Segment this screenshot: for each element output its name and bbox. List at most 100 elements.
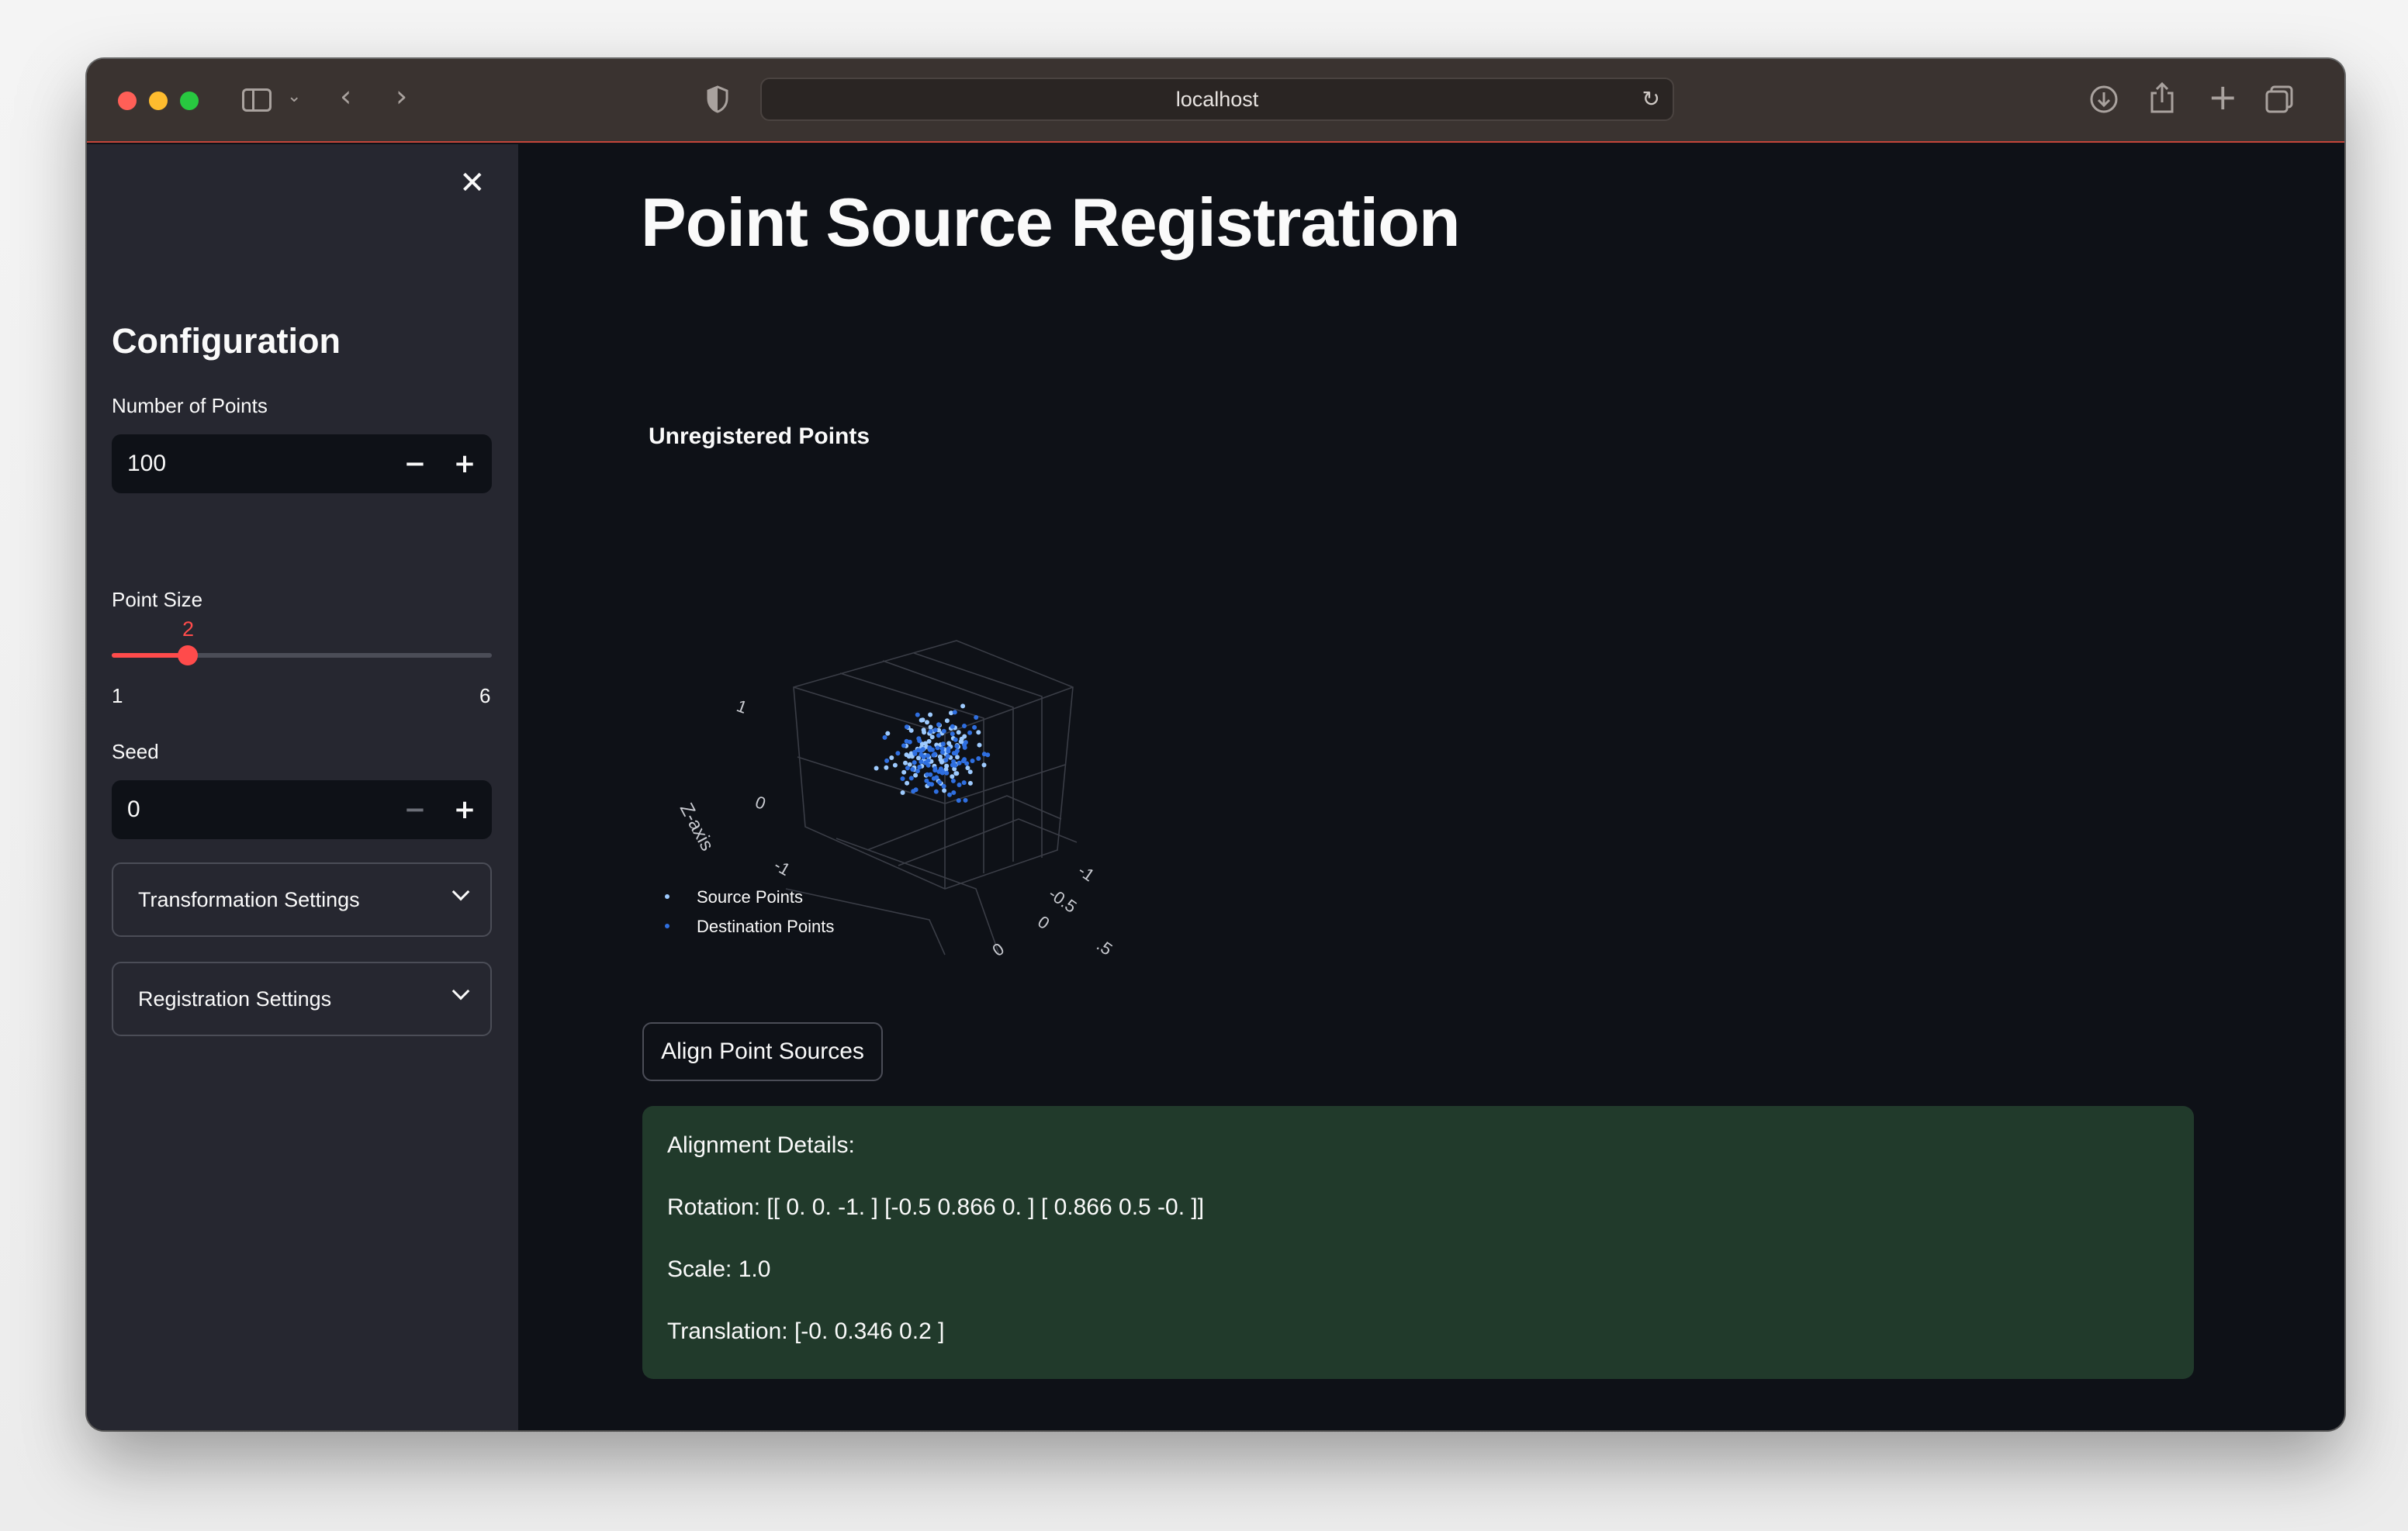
z-tick-label: -1 — [771, 855, 794, 880]
slider-min-label: 1 — [112, 684, 123, 707]
expander-label: Transformation Settings — [138, 888, 360, 911]
source-point — [942, 788, 947, 793]
destination-point — [904, 724, 909, 730]
destination-point — [907, 739, 912, 745]
new-tab-icon[interactable]: + — [2208, 76, 2238, 118]
chevron-down-icon — [452, 982, 470, 1001]
z-tick-label: 0 — [752, 792, 768, 814]
chart-gridline — [797, 756, 1066, 804]
destination-point — [961, 780, 967, 786]
num-points-decrement-button[interactable]: − — [391, 434, 439, 493]
align-point-sources-button[interactable]: Align Point Sources — [642, 1022, 883, 1081]
back-icon[interactable]: ‹ — [340, 79, 351, 113]
tab-overview-icon[interactable] — [2264, 84, 2295, 115]
slider-thumb[interactable] — [178, 645, 198, 665]
source-point — [926, 738, 932, 744]
sidebar-toggle-icon[interactable] — [242, 88, 272, 112]
source-point — [938, 757, 943, 762]
main-content: Point Source Registration Unregistered P… — [518, 144, 2344, 1430]
legend-swatch-source — [665, 894, 669, 899]
destination-point — [925, 753, 930, 759]
share-icon[interactable] — [2149, 81, 2175, 115]
address-bar[interactable]: localhost ↻ — [760, 78, 1674, 121]
seed-increment-button[interactable]: + — [441, 780, 489, 839]
destination-point — [939, 749, 945, 755]
destination-point — [950, 778, 956, 783]
source-point — [885, 731, 891, 736]
source-point — [953, 771, 959, 776]
destination-point — [936, 733, 941, 738]
destination-point — [957, 783, 962, 787]
destination-point — [927, 745, 932, 751]
source-point — [900, 790, 905, 795]
chart-title: Unregistered Points — [649, 423, 870, 449]
num-points-increment-button[interactable]: + — [441, 434, 489, 493]
destination-point — [972, 724, 977, 730]
source-point — [874, 766, 879, 771]
sidebar: ✕ Configuration Number of Points 100 − +… — [87, 144, 518, 1430]
browser-toolbar: ⌄ ‹ › localhost ↻ + — [87, 59, 2344, 143]
destination-point — [976, 756, 981, 761]
seed-input[interactable]: 0 − + — [112, 780, 492, 839]
scatter-3d-chart[interactable]: 1 0 -1 Z-axis -1 -0.5 0 .5 0 Source Poin… — [642, 454, 1170, 959]
forward-icon[interactable]: › — [396, 79, 407, 113]
slider-max-label: 6 — [479, 684, 491, 707]
destination-point — [910, 767, 915, 772]
close-sidebar-icon[interactable]: ✕ — [459, 168, 486, 199]
legend-source-label: Source Points — [697, 887, 803, 907]
num-points-value[interactable]: 100 — [127, 434, 166, 493]
chevron-down-icon[interactable]: ⌄ — [287, 87, 301, 106]
download-icon[interactable] — [2088, 84, 2119, 115]
destination-point — [924, 778, 929, 783]
seed-label: Seed — [112, 740, 159, 763]
chart-gridline — [836, 838, 1000, 956]
reload-icon[interactable]: ↻ — [1642, 79, 1660, 119]
maximize-window-button[interactable] — [180, 92, 199, 110]
x-tick-label: 0 — [989, 939, 1008, 959]
destination-point — [912, 751, 918, 756]
destination-point — [974, 715, 979, 720]
chart-gridline — [898, 818, 1078, 866]
browser-window: ⌄ ‹ › localhost ↻ + ✕ Configuration Numb… — [87, 59, 2344, 1430]
destination-point — [953, 737, 958, 742]
source-point — [922, 730, 927, 735]
destination-point — [967, 730, 973, 735]
destination-point — [936, 722, 941, 727]
source-point — [901, 769, 907, 775]
point-size-slider[interactable] — [112, 645, 492, 665]
source-point — [919, 717, 924, 723]
y-tick-label: 0 — [1034, 912, 1053, 934]
destination-point — [915, 769, 920, 774]
destination-point — [957, 760, 962, 766]
destination-point — [985, 752, 991, 758]
seed-value[interactable]: 0 — [127, 780, 140, 839]
destination-point — [917, 738, 922, 744]
seed-decrement-button[interactable]: − — [391, 780, 439, 839]
destination-point — [915, 712, 920, 717]
chart-wall-edge — [793, 686, 1074, 734]
registration-settings-expander[interactable]: Registration Settings — [112, 962, 492, 1036]
chart-gridline — [839, 672, 984, 873]
source-point — [944, 718, 950, 724]
destination-point — [937, 779, 943, 785]
destination-point — [923, 760, 929, 766]
source-point — [981, 762, 987, 768]
page-title: Point Source Registration — [641, 184, 1461, 261]
point-size-label: Point Size — [112, 588, 203, 611]
expander-label: Registration Settings — [138, 987, 332, 1011]
destination-point — [951, 751, 957, 756]
source-point — [950, 774, 955, 779]
shield-icon — [707, 85, 728, 113]
transformation-settings-expander[interactable]: Transformation Settings — [112, 862, 492, 937]
details-heading: Alignment Details: — [667, 1132, 855, 1158]
close-window-button[interactable] — [118, 92, 137, 110]
chart-gridline — [882, 660, 1014, 862]
source-point — [946, 741, 952, 746]
chart-axes — [785, 640, 1078, 956]
rotation-text: Rotation: [[ 0. 0. -1. ] [-0.5 0.866 0. … — [667, 1194, 1205, 1220]
slider-fill — [112, 653, 188, 658]
num-points-input[interactable]: 100 − + — [112, 434, 492, 493]
minimize-window-button[interactable] — [149, 92, 168, 110]
destination-point — [920, 747, 925, 752]
destination-point — [932, 727, 938, 733]
